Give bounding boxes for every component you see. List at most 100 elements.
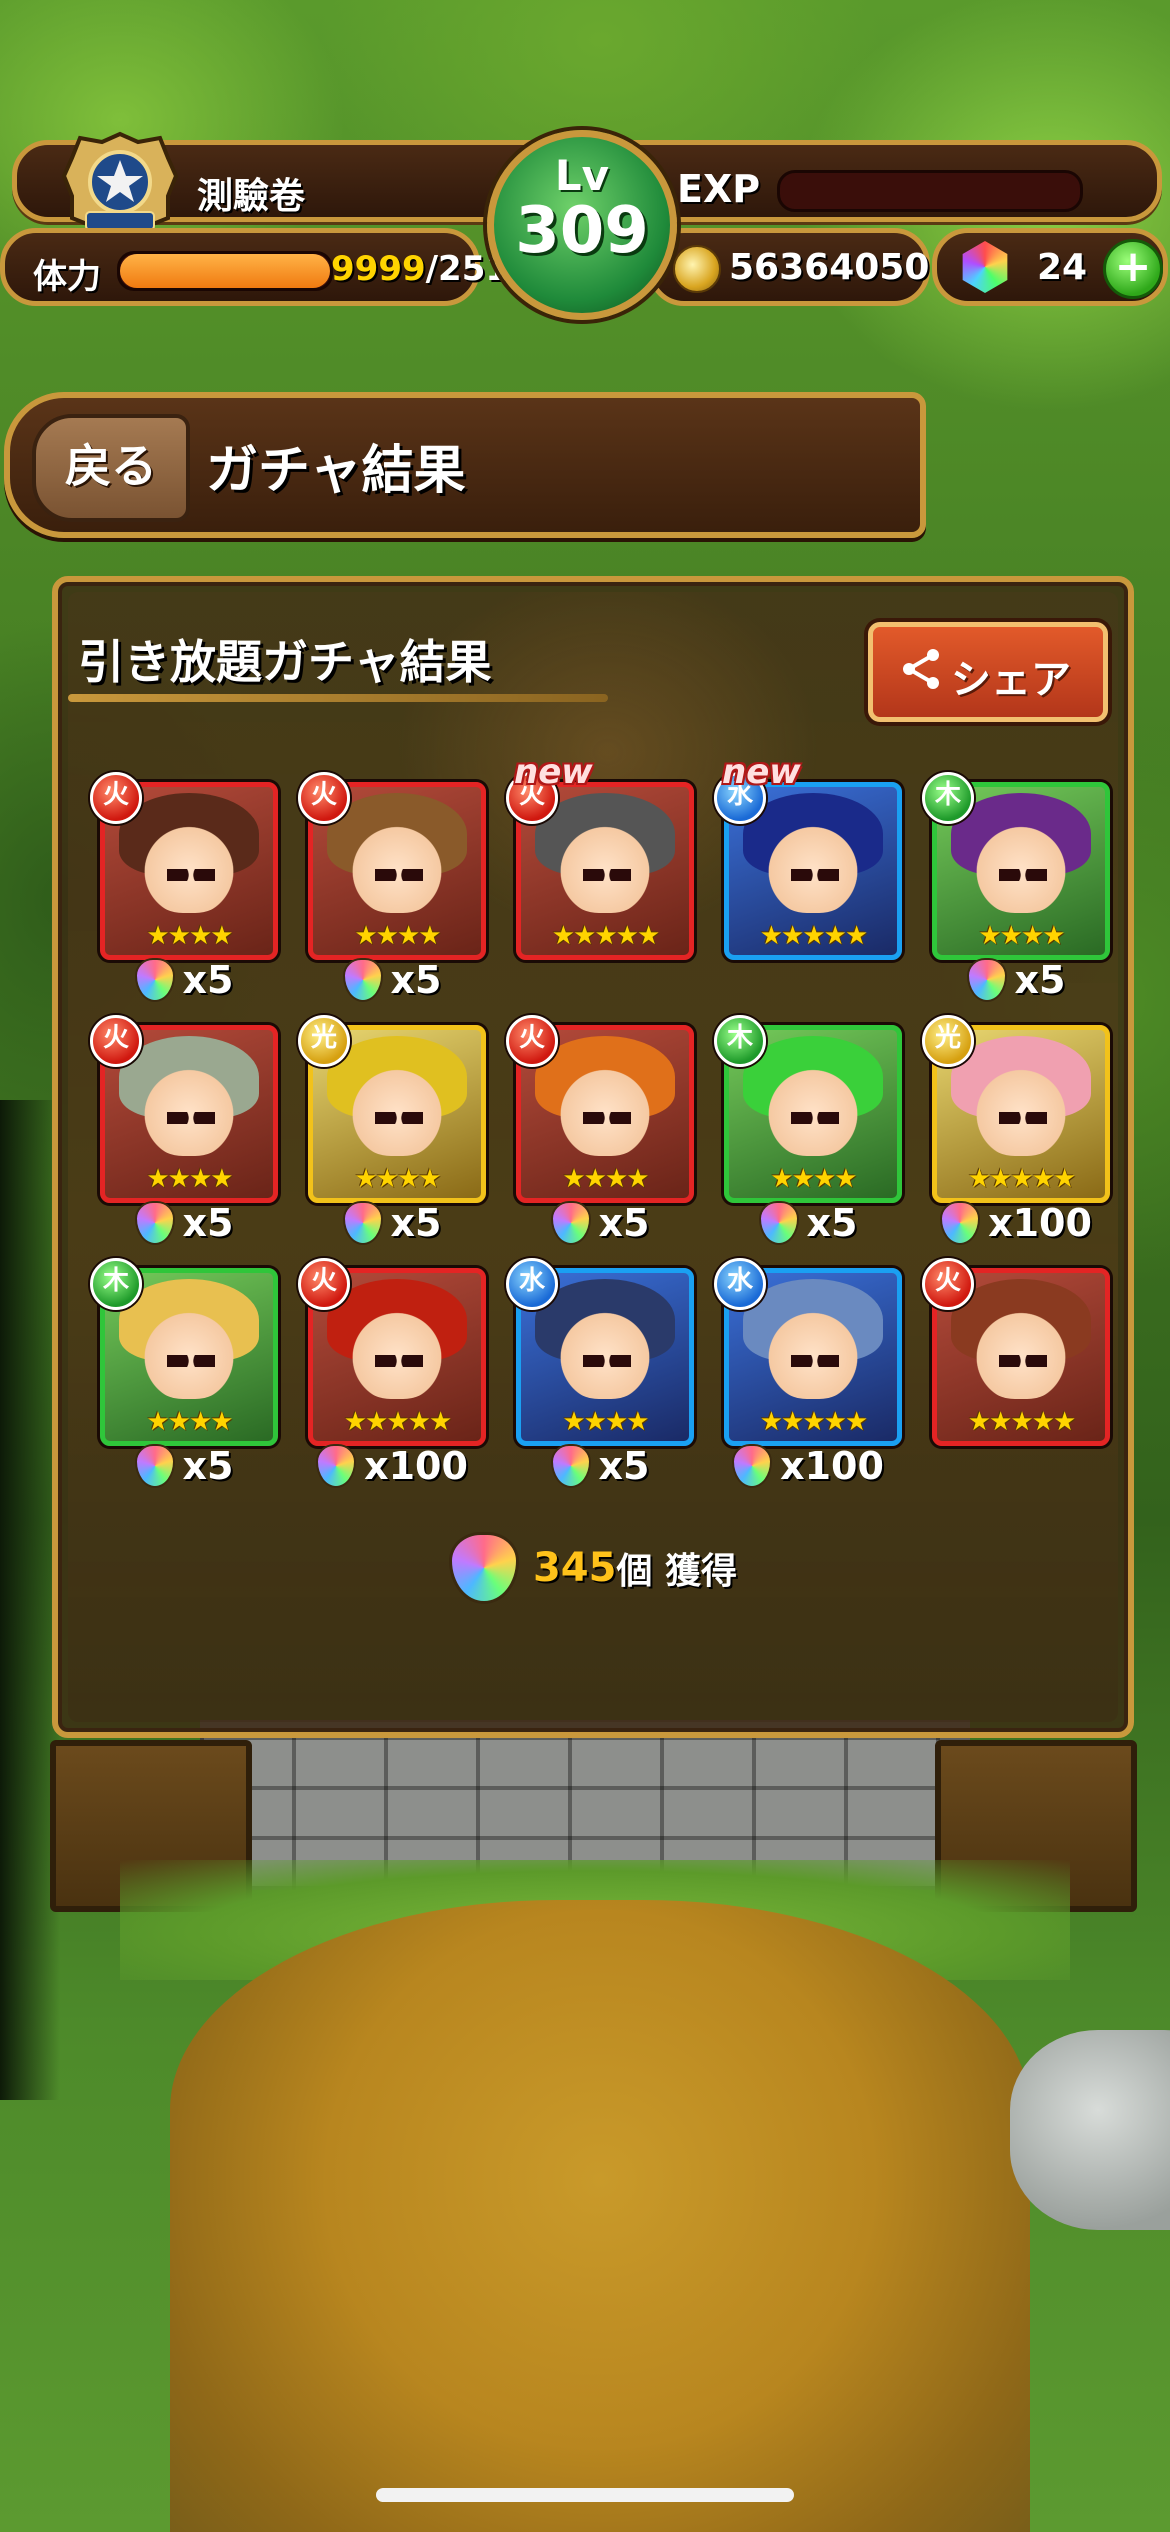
reward-quantity: x5 <box>598 1444 650 1488</box>
result-card[interactable]: ★★★★★ 火 <box>922 1258 1110 1498</box>
rarity-stars: ★★★★ <box>562 1164 649 1194</box>
result-card[interactable]: ★★★★ 木 x5 <box>922 772 1110 1012</box>
reward-quantity: x5 <box>806 1201 858 1245</box>
luck-fruit-icon <box>134 1201 175 1245</box>
level-label: Lv <box>554 151 610 200</box>
wood-attribute-icon: 木 <box>714 1015 766 1067</box>
rarity-stars: ★★★★★ <box>967 1164 1077 1194</box>
reward-amount: x5 <box>510 1444 690 1494</box>
luck-fruit-icon <box>940 1201 981 1245</box>
result-card[interactable]: ★★★★★ 水 x100 <box>714 1258 902 1498</box>
result-card[interactable]: ★★★★ 光 x5 <box>298 1015 486 1255</box>
exp-label: EXP <box>677 167 761 211</box>
reward-amount: x5 <box>510 1201 690 1251</box>
orb-pill: 24 + <box>932 228 1168 306</box>
page-title: ガチャ結果 <box>206 441 466 501</box>
fire-attribute-icon: 火 <box>90 772 142 824</box>
fire-attribute-icon: 火 <box>90 1015 142 1067</box>
reward-amount: x5 <box>718 1201 898 1251</box>
reward-quantity: x100 <box>988 1201 1092 1245</box>
dirt-path <box>170 1900 1030 2532</box>
add-orbs-button[interactable]: + <box>1103 239 1163 299</box>
rarity-stars: ★★★★★ <box>967 1407 1077 1437</box>
rarity-stars: ★★★★ <box>770 1164 857 1194</box>
luck-fruit-icon <box>134 958 175 1002</box>
header-bar: 戻る ガチャ結果 <box>4 392 926 538</box>
orb-value: 24 <box>1037 247 1088 288</box>
reward-quantity: x5 <box>182 1201 234 1245</box>
water-attribute-icon: 水 <box>506 1258 558 1310</box>
luck-fruit-icon <box>732 1444 773 1488</box>
wood-attribute-icon: 木 <box>922 772 974 824</box>
reward-quantity: x5 <box>390 1201 442 1245</box>
water-attribute-icon: 水 <box>714 1258 766 1310</box>
stamina-fill <box>120 254 330 288</box>
reward-quantity: x5 <box>1014 958 1066 1002</box>
result-card[interactable]: ★★★★★ 水 new <box>714 752 902 1012</box>
result-card[interactable]: ★★★★ 水 x5 <box>506 1258 694 1498</box>
total-reward: 345個 獲得 <box>58 1532 1128 1604</box>
stamina-bar <box>117 251 333 291</box>
fire-attribute-icon: 火 <box>298 1258 350 1310</box>
reward-amount: x5 <box>94 1444 274 1494</box>
rock <box>1010 2030 1170 2230</box>
share-button[interactable]: シェア <box>868 622 1108 722</box>
rarity-stars: ★★★★ <box>562 1407 649 1437</box>
total-unit: 個 獲得 <box>616 1551 738 1592</box>
rarity-stars: ★★★★ <box>354 921 441 951</box>
reward-quantity: x100 <box>364 1444 468 1488</box>
reward-quantity: x5 <box>182 1444 234 1488</box>
new-tag: new <box>514 752 593 792</box>
new-tag: new <box>722 752 801 792</box>
back-button[interactable]: 戻る <box>32 414 190 522</box>
total-count: 345 <box>532 1545 617 1591</box>
light-attribute-icon: 光 <box>922 1015 974 1067</box>
rarity-stars: ★★★★ <box>146 1407 233 1437</box>
luck-fruit-icon <box>550 1444 591 1488</box>
result-card[interactable]: ★★★★ 火 x5 <box>90 1015 278 1255</box>
rarity-stars: ★★★★★ <box>343 1407 453 1437</box>
result-card[interactable]: ★★★★ 火 x5 <box>506 1015 694 1255</box>
results-panel: 引き放題ガチャ結果 シェア ★★★★ 火 x5 ★★★★ 火 x5 ★★★★★ 火 new ★★★… <box>52 576 1134 1738</box>
rarity-stars: ★★★★★ <box>759 1407 869 1437</box>
luck-fruit-icon <box>758 1201 799 1245</box>
share-icon <box>903 649 939 689</box>
reward-amount: x5 <box>94 1201 274 1251</box>
fire-attribute-icon: 火 <box>506 1015 558 1067</box>
luck-fruit-icon <box>134 1444 175 1488</box>
share-label: シェア <box>951 657 1071 703</box>
results-title: 引き放題ガチャ結果 <box>78 635 492 689</box>
title-underline <box>68 694 608 702</box>
reward-amount: x100 <box>302 1444 482 1494</box>
result-card[interactable]: ★★★★ 木 x5 <box>714 1015 902 1255</box>
player-name: 測驗卷 <box>197 176 306 217</box>
result-card[interactable]: ★★★★ 木 x5 <box>90 1258 278 1498</box>
result-card[interactable]: ★★★★★ 光 x100 <box>922 1015 1110 1255</box>
coin-icon <box>673 245 721 293</box>
home-indicator[interactable] <box>376 2488 794 2502</box>
fire-attribute-icon: 火 <box>298 772 350 824</box>
level-value: 309 <box>515 194 649 268</box>
result-card[interactable]: ★★★★★ 火 new <box>506 752 694 1012</box>
reward-amount: x5 <box>926 958 1106 1008</box>
result-card[interactable]: ★★★★ 火 x5 <box>298 772 486 1012</box>
exp-bar <box>777 170 1083 212</box>
rarity-stars: ★★★★ <box>146 1164 233 1194</box>
result-card[interactable]: ★★★★ 火 x5 <box>90 772 278 1012</box>
reward-quantity: x5 <box>390 958 442 1002</box>
police-badge-icon[interactable] <box>60 130 180 240</box>
rarity-stars: ★★★★ <box>146 921 233 951</box>
stamina-value: 9999/251 <box>331 249 509 289</box>
coin-value: 56364050 <box>729 247 930 288</box>
status-bar: 測驗卷 EXP 体力 9999/251 56364050 24 + Lv 309 <box>0 130 1170 330</box>
reward-quantity: x100 <box>780 1444 884 1488</box>
level-badge: Lv 309 <box>487 130 677 320</box>
luck-fruit-icon <box>448 1532 519 1604</box>
luck-fruit-icon <box>966 958 1007 1002</box>
coin-pill: 56364050 <box>648 228 930 306</box>
orb-icon <box>962 241 1008 293</box>
stamina-label: 体力 <box>33 257 101 297</box>
luck-fruit-icon <box>342 958 383 1002</box>
result-card[interactable]: ★★★★★ 火 x100 <box>298 1258 486 1498</box>
reward-quantity: x5 <box>182 958 234 1002</box>
